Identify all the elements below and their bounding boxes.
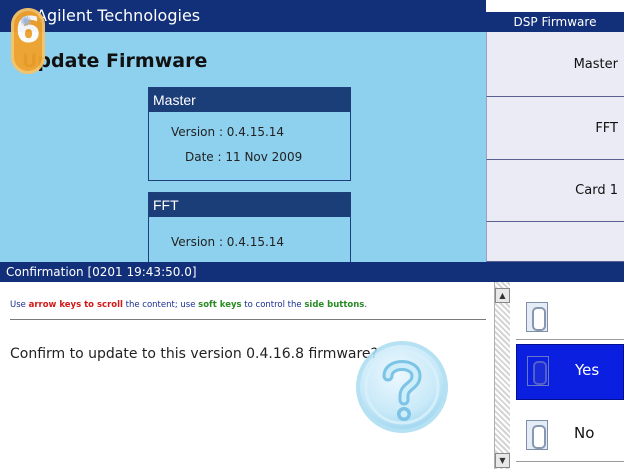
- scroll-up-icon[interactable]: ▲: [495, 288, 510, 303]
- fft-box-header: FFT: [149, 193, 350, 217]
- dialog-title-bar: Confirmation [0201 19:43:50.0]: [0, 262, 624, 282]
- soft-key-indicator-icon: [527, 356, 549, 386]
- master-date: Date : 11 Nov 2009: [185, 150, 303, 164]
- soft-key-indicator-icon: [526, 420, 548, 450]
- hint-part: to control the: [241, 300, 305, 310]
- master-version: Version : 0.4.15.14: [171, 125, 285, 139]
- hint-part: side buttons: [304, 300, 365, 310]
- yes-button-label: Yes: [575, 361, 600, 379]
- side-button-card-1[interactable]: Card 1: [486, 160, 624, 222]
- hint-part: soft keys: [198, 300, 242, 310]
- side-button-fft-label: FFT: [595, 121, 618, 136]
- no-button[interactable]: No: [516, 410, 624, 462]
- soft-button-empty[interactable]: [516, 294, 624, 340]
- hint-part: the content; use: [122, 300, 199, 310]
- scroll-down-icon[interactable]: ▼: [495, 453, 510, 468]
- side-button-empty[interactable]: [486, 222, 624, 262]
- hint-part: .: [364, 300, 368, 310]
- app-title: Agilent Technologies: [36, 6, 201, 25]
- hint-part: Use: [10, 300, 29, 310]
- page-title: Update Firmware: [22, 50, 208, 72]
- agilent-logo-icon: ✺: [20, 14, 32, 30]
- dialog-soft-buttons: Yes No: [510, 282, 624, 469]
- hint-line: Use arrow keys to scroll the content; us…: [10, 300, 367, 310]
- no-button-label: No: [574, 424, 595, 442]
- side-panel-title: DSP Firmware: [486, 12, 624, 32]
- hint-part: arrow keys to scroll: [28, 300, 123, 310]
- side-button-fft[interactable]: FFT: [486, 97, 624, 160]
- main-panel: Update Firmware Master Version : 0.4.15.…: [0, 32, 486, 262]
- side-button-master-label: Master: [573, 57, 618, 72]
- fft-info-box: FFT Version : 0.4.15.14: [148, 192, 351, 262]
- question-mark-icon: [355, 340, 449, 434]
- confirmation-question: Confirm to update to this version 0.4.16…: [10, 346, 378, 362]
- hint-divider: [10, 319, 486, 320]
- yes-button[interactable]: Yes: [516, 344, 624, 400]
- fft-version: Version : 0.4.15.14: [171, 235, 285, 249]
- master-info-box: Master Version : 0.4.15.14 Date : 11 Nov…: [148, 87, 351, 181]
- side-button-master[interactable]: Master: [486, 32, 624, 97]
- side-button-card-1-label: Card 1: [575, 183, 618, 198]
- app-title-bar: Agilent Technologies: [0, 0, 486, 32]
- soft-key-indicator-icon: [526, 302, 548, 332]
- dialog-scrollbar[interactable]: ▲ ▼: [494, 282, 510, 469]
- master-box-header: Master: [149, 88, 350, 112]
- dialog-title: Confirmation [0201 19:43:50.0]: [6, 265, 197, 279]
